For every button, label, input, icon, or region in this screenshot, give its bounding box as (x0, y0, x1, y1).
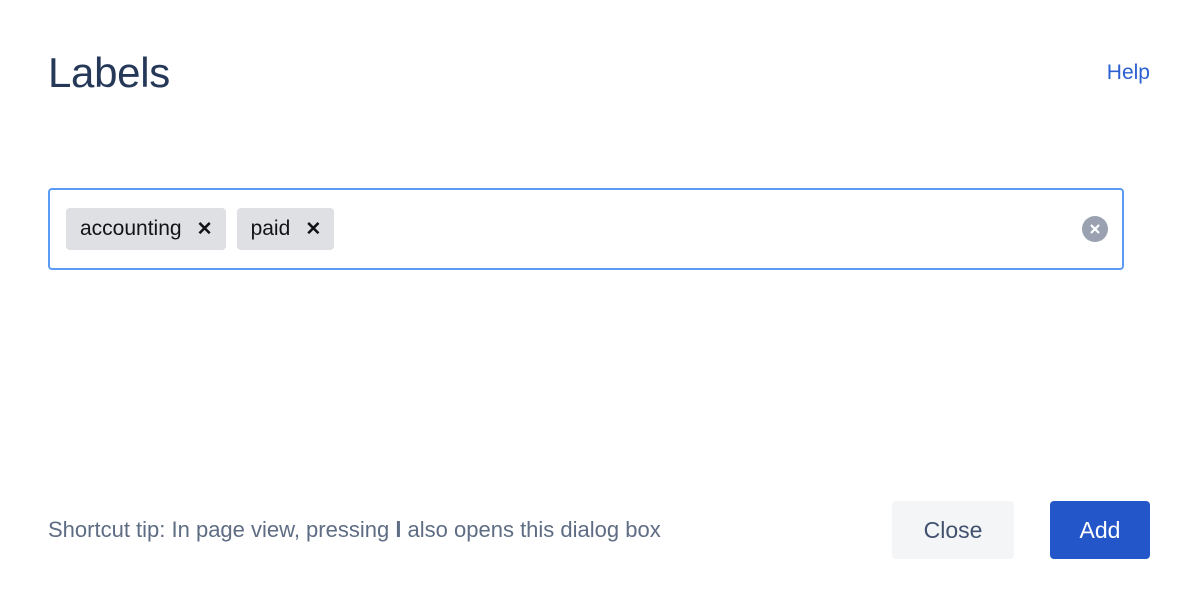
page-title: Labels (48, 49, 170, 96)
label-chip[interactable]: accounting ✕ (66, 208, 226, 250)
label-chip-text: accounting (80, 217, 182, 240)
add-button[interactable]: Add (1050, 501, 1150, 559)
shortcut-tip-prefix: Shortcut tip: In page view, pressing (48, 517, 396, 542)
dialog-footer: Shortcut tip: In page view, pressing l a… (48, 501, 1150, 559)
labels-field[interactable]: accounting ✕ paid ✕ (48, 188, 1124, 270)
labels-text-input[interactable] (345, 208, 1072, 250)
dialog-body: accounting ✕ paid ✕ (0, 150, 1196, 488)
close-button[interactable]: Close (892, 501, 1014, 559)
label-chip-text: paid (250, 217, 291, 240)
footer-actions: Close Add (892, 501, 1150, 559)
labels-dialog: Labels Help accounting ✕ paid ✕ Shortcut… (0, 0, 1196, 608)
label-chip[interactable]: paid ✕ (236, 208, 335, 250)
clear-all-icon[interactable] (1082, 216, 1108, 242)
remove-label-icon[interactable]: ✕ (196, 220, 214, 239)
chip-list: accounting ✕ paid ✕ (66, 190, 1072, 268)
help-link[interactable]: Help (1107, 60, 1150, 86)
shortcut-tip-suffix: also opens this dialog box (401, 517, 661, 542)
dialog-header: Labels Help (48, 44, 1150, 106)
shortcut-tip: Shortcut tip: In page view, pressing l a… (48, 516, 661, 544)
remove-label-icon[interactable]: ✕ (304, 220, 322, 239)
